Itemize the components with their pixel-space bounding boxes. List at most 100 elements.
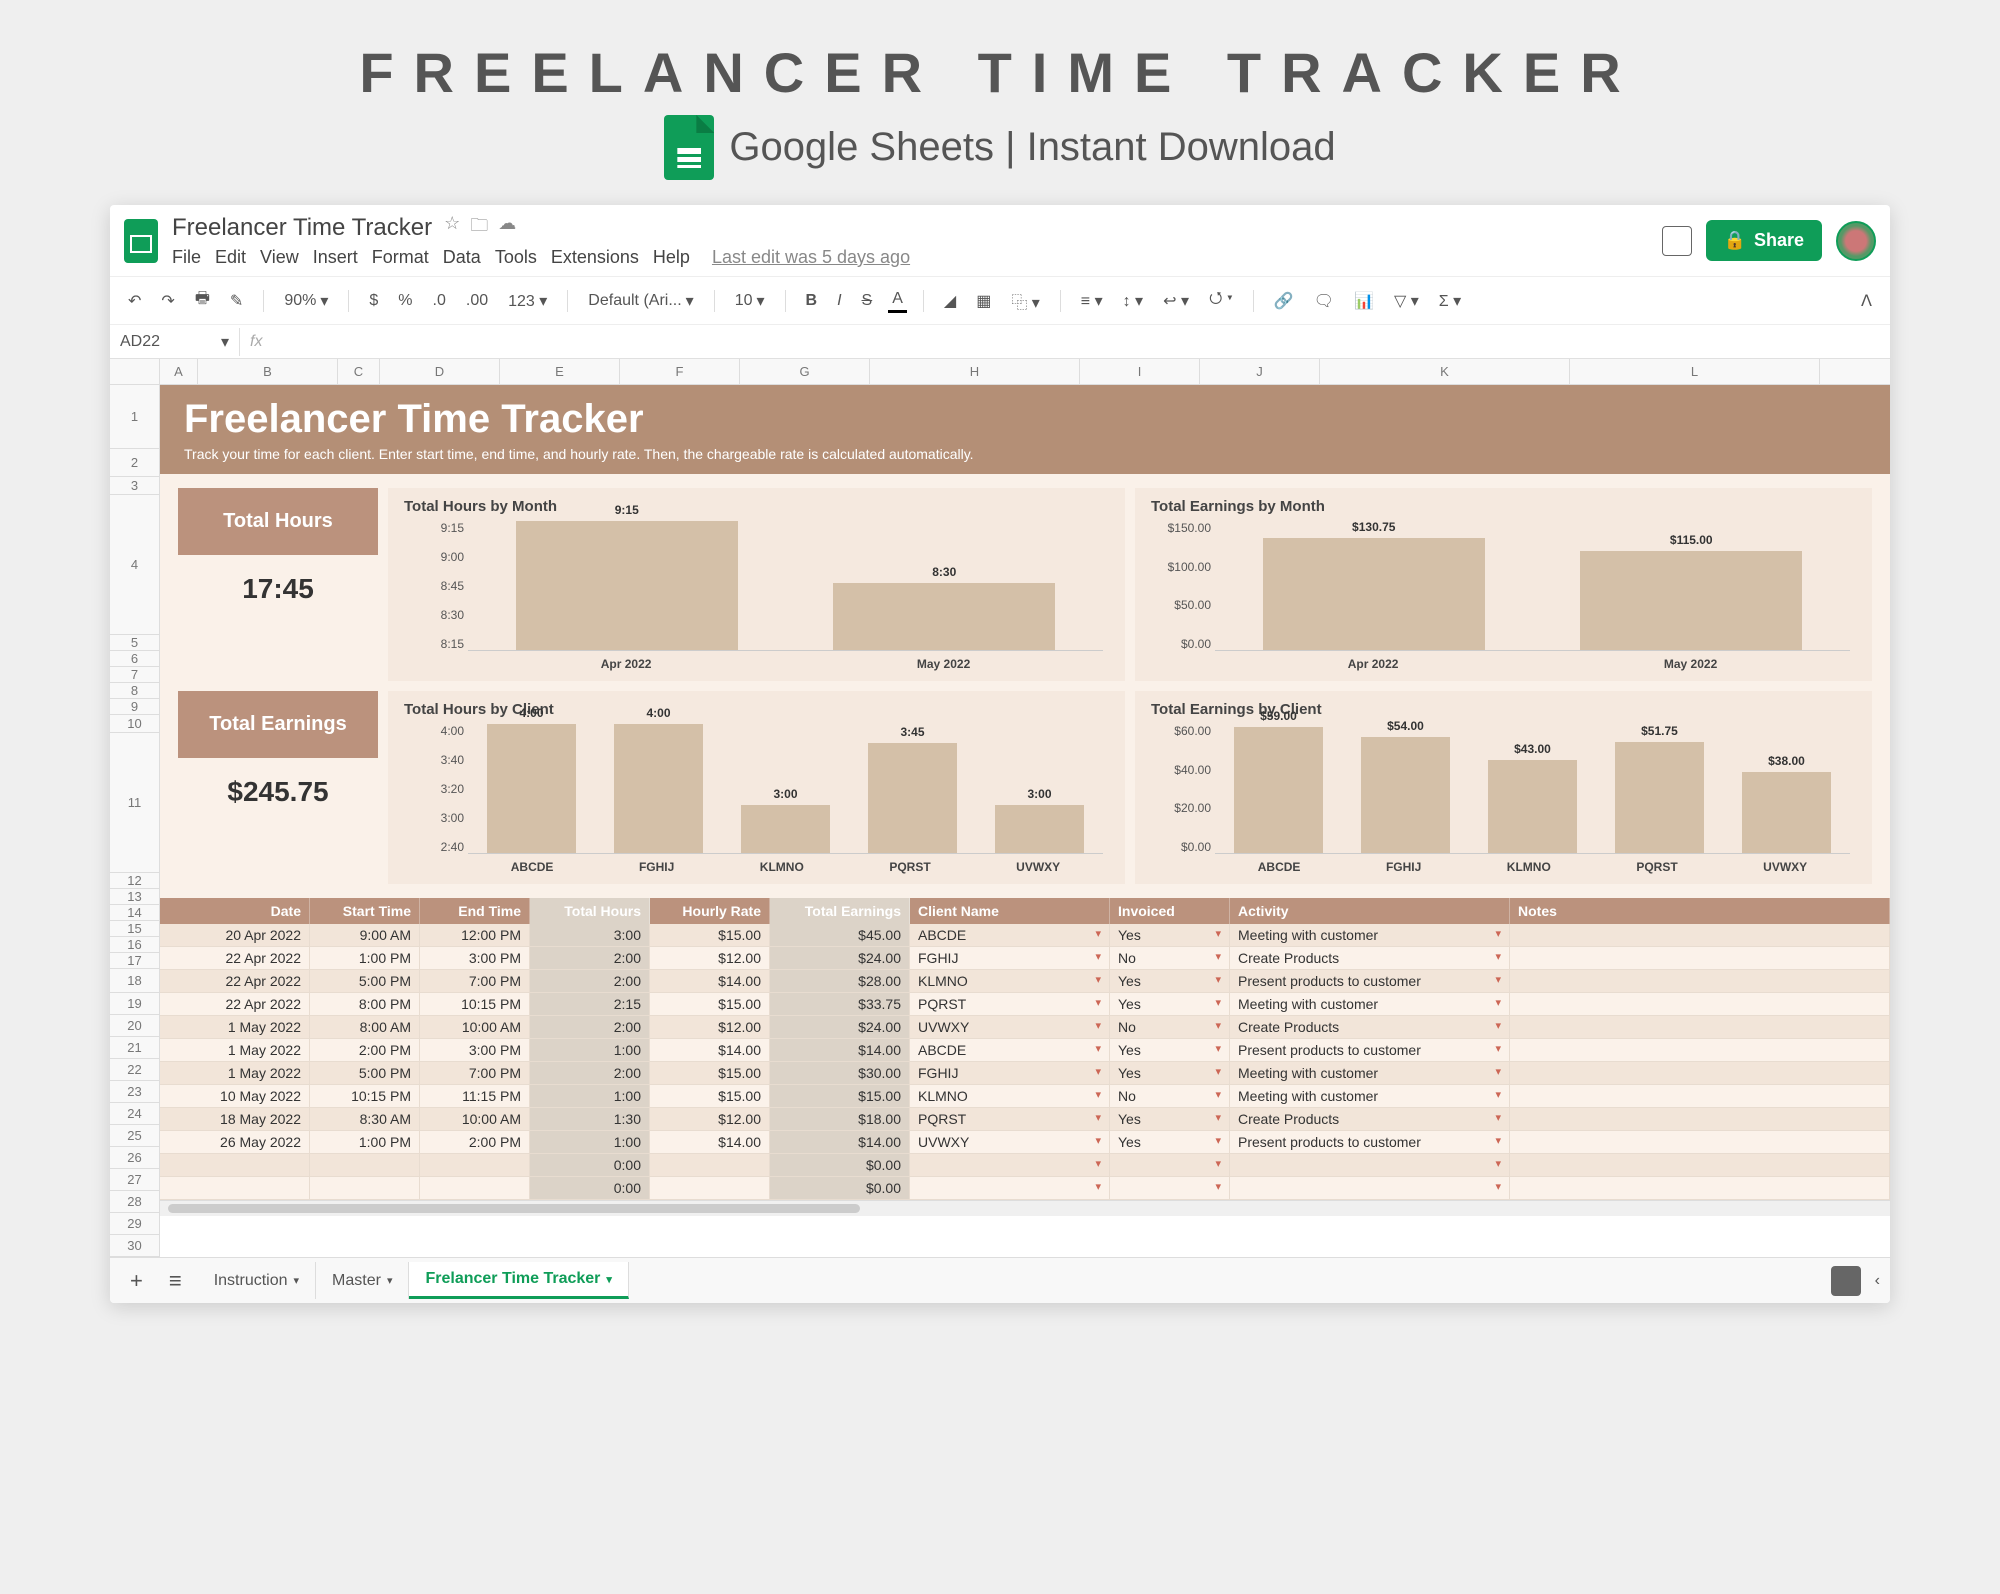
- comment-button[interactable]: 🗨: [1310, 289, 1338, 313]
- table-cell[interactable]: 5:00 PM: [310, 970, 420, 993]
- col-header[interactable]: F: [620, 359, 740, 384]
- table-cell[interactable]: 1:00: [530, 1085, 650, 1108]
- table-cell[interactable]: $15.00: [650, 993, 770, 1016]
- table-cell[interactable]: $18.00: [770, 1108, 910, 1131]
- table-cell[interactable]: $14.00: [650, 1039, 770, 1062]
- table-cell[interactable]: $14.00: [770, 1039, 910, 1062]
- table-cell[interactable]: $14.00: [650, 970, 770, 993]
- horizontal-scrollbar[interactable]: [160, 1200, 1890, 1216]
- font-dropdown[interactable]: Default (Ari... ▾: [584, 289, 697, 313]
- table-cell[interactable]: Meeting with customer: [1230, 1062, 1510, 1085]
- cloud-status-icon[interactable]: ☁: [498, 213, 516, 243]
- table-row[interactable]: 18 May 20228:30 AM10:00 AM1:30$12.00$18.…: [160, 1108, 1890, 1131]
- menu-format[interactable]: Format: [372, 247, 429, 268]
- table-row[interactable]: 1 May 20225:00 PM7:00 PM2:00$15.00$30.00…: [160, 1062, 1890, 1085]
- col-header[interactable]: A: [160, 359, 198, 384]
- table-cell[interactable]: 2:00 PM: [310, 1039, 420, 1062]
- table-cell[interactable]: [1510, 1154, 1890, 1177]
- col-header[interactable]: H: [870, 359, 1080, 384]
- star-icon[interactable]: ☆: [444, 213, 460, 243]
- table-cell[interactable]: 3:00 PM: [420, 1039, 530, 1062]
- table-cell[interactable]: 9:00 AM: [310, 924, 420, 947]
- col-header[interactable]: C: [338, 359, 380, 384]
- table-cell[interactable]: [1110, 1154, 1230, 1177]
- print-button[interactable]: 🖶: [191, 285, 214, 316]
- table-row[interactable]: 20 Apr 20229:00 AM12:00 PM3:00$15.00$45.…: [160, 924, 1890, 947]
- row-header[interactable]: 20: [110, 1015, 159, 1037]
- row-header[interactable]: 22: [110, 1059, 159, 1081]
- row-header[interactable]: 25: [110, 1125, 159, 1147]
- percent-button[interactable]: %: [394, 290, 416, 312]
- text-color-button[interactable]: A: [888, 288, 907, 313]
- table-cell[interactable]: [420, 1177, 530, 1200]
- table-cell[interactable]: FGHIJ: [910, 1062, 1110, 1085]
- table-cell[interactable]: Create Products: [1230, 1108, 1510, 1131]
- table-cell[interactable]: 7:00 PM: [420, 970, 530, 993]
- col-header[interactable]: I: [1080, 359, 1200, 384]
- table-cell[interactable]: 0:00: [530, 1177, 650, 1200]
- table-cell[interactable]: [160, 1177, 310, 1200]
- sheet-tab[interactable]: Frelancer Time Tracker ▾: [409, 1262, 628, 1299]
- sheet-tab[interactable]: Instruction ▾: [198, 1262, 316, 1299]
- table-row[interactable]: 1 May 20222:00 PM3:00 PM1:00$14.00$14.00…: [160, 1039, 1890, 1062]
- row-header[interactable]: 1: [110, 385, 159, 449]
- table-cell[interactable]: 2:00: [530, 970, 650, 993]
- table-cell[interactable]: $12.00: [650, 947, 770, 970]
- menu-help[interactable]: Help: [653, 247, 690, 268]
- table-cell[interactable]: 1 May 2022: [160, 1062, 310, 1085]
- table-cell[interactable]: Yes: [1110, 1108, 1230, 1131]
- table-row[interactable]: 1 May 20228:00 AM10:00 AM2:00$12.00$24.0…: [160, 1016, 1890, 1039]
- table-cell[interactable]: ABCDE: [910, 924, 1110, 947]
- table-cell[interactable]: 18 May 2022: [160, 1108, 310, 1131]
- table-cell[interactable]: [310, 1154, 420, 1177]
- table-cell[interactable]: 22 Apr 2022: [160, 947, 310, 970]
- table-cell[interactable]: 3:00 PM: [420, 947, 530, 970]
- table-cell[interactable]: 1 May 2022: [160, 1039, 310, 1062]
- row-header[interactable]: 12: [110, 873, 159, 889]
- share-button[interactable]: 🔒 Share: [1706, 220, 1822, 261]
- table-row[interactable]: 22 Apr 20221:00 PM3:00 PM2:00$12.00$24.0…: [160, 947, 1890, 970]
- row-header[interactable]: 3: [110, 477, 159, 495]
- table-cell[interactable]: Meeting with customer: [1230, 1085, 1510, 1108]
- menu-tools[interactable]: Tools: [495, 247, 537, 268]
- table-cell[interactable]: [1510, 970, 1890, 993]
- table-cell[interactable]: 5:00 PM: [310, 1062, 420, 1085]
- row-header[interactable]: 21: [110, 1037, 159, 1059]
- table-cell[interactable]: Meeting with customer: [1230, 993, 1510, 1016]
- collapse-toolbar-button[interactable]: ᐱ: [1857, 289, 1876, 313]
- table-cell[interactable]: 2:00 PM: [420, 1131, 530, 1154]
- table-cell[interactable]: KLMNO: [910, 1085, 1110, 1108]
- table-cell[interactable]: Yes: [1110, 993, 1230, 1016]
- table-cell[interactable]: Present products to customer: [1230, 1131, 1510, 1154]
- table-cell[interactable]: $24.00: [770, 947, 910, 970]
- table-cell[interactable]: UVWXY: [910, 1016, 1110, 1039]
- table-cell[interactable]: 10:15 PM: [420, 993, 530, 1016]
- table-cell[interactable]: [1510, 1108, 1890, 1131]
- table-cell[interactable]: 1 May 2022: [160, 1016, 310, 1039]
- table-cell[interactable]: 10:00 AM: [420, 1016, 530, 1039]
- table-cell[interactable]: 22 Apr 2022: [160, 970, 310, 993]
- undo-button[interactable]: ↶: [124, 289, 145, 313]
- table-cell[interactable]: 2:00: [530, 1016, 650, 1039]
- table-cell[interactable]: $30.00: [770, 1062, 910, 1085]
- chart-button[interactable]: 📊: [1350, 289, 1378, 313]
- currency-button[interactable]: $: [365, 290, 382, 312]
- col-header[interactable]: E: [500, 359, 620, 384]
- table-cell[interactable]: Yes: [1110, 924, 1230, 947]
- table-cell[interactable]: KLMNO: [910, 970, 1110, 993]
- table-cell[interactable]: 0:00: [530, 1154, 650, 1177]
- col-header[interactable]: D: [380, 359, 500, 384]
- table-row[interactable]: 10 May 202210:15 PM11:15 PM1:00$15.00$15…: [160, 1085, 1890, 1108]
- table-cell[interactable]: $15.00: [650, 1085, 770, 1108]
- last-edit-link[interactable]: Last edit was 5 days ago: [712, 247, 910, 268]
- table-cell[interactable]: ABCDE: [910, 1039, 1110, 1062]
- table-cell[interactable]: PQRST: [910, 993, 1110, 1016]
- menu-data[interactable]: Data: [443, 247, 481, 268]
- table-row[interactable]: 22 Apr 20225:00 PM7:00 PM2:00$14.00$28.0…: [160, 970, 1890, 993]
- table-cell[interactable]: No: [1110, 947, 1230, 970]
- table-cell[interactable]: 2:00: [530, 1062, 650, 1085]
- table-cell[interactable]: 8:00 PM: [310, 993, 420, 1016]
- redo-button[interactable]: ↷: [157, 289, 178, 313]
- v-align-button[interactable]: ↕ ▾: [1119, 289, 1147, 313]
- row-header[interactable]: 2: [110, 449, 159, 477]
